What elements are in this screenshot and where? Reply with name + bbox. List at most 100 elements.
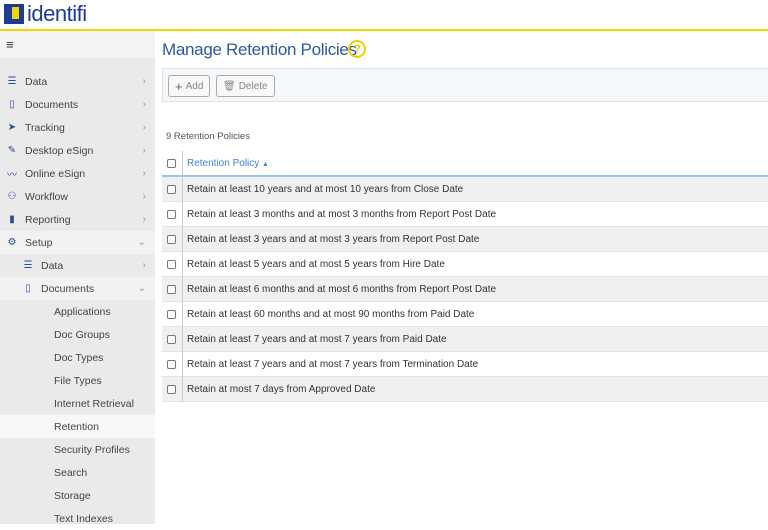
policy-name: Retain at least 7 years and at most 7 ye… xyxy=(187,333,447,345)
policy-name: Retain at least 10 years and at most 10 … xyxy=(187,183,464,195)
sidebar-item-internet-retrieval[interactable]: Internet Retrieval xyxy=(0,392,155,415)
table-row[interactable]: Retain at most 7 days from Approved Date xyxy=(162,376,768,402)
table-row[interactable]: Retain at least 6 months and at most 6 m… xyxy=(162,276,768,302)
database-icon: ☰ xyxy=(7,76,17,87)
gear-icon: ⚙ xyxy=(7,237,17,248)
sidebar: ≡ ☰ Data › ▯ Documents › ➤ Tracking › ✎ Desktop eS… xyxy=(0,31,155,525)
add-label: Add xyxy=(185,80,204,92)
logo-text: identifi xyxy=(27,1,87,26)
table-row[interactable]: Retain at least 5 years and at most 5 ye… xyxy=(162,251,768,277)
sidebar-item-applications[interactable]: Applications xyxy=(0,300,155,323)
policy-name: Retain at least 5 years and at most 5 ye… xyxy=(187,258,445,270)
nav-label: Online eSign xyxy=(25,167,86,180)
nav-label: Retention xyxy=(54,420,99,433)
sidebar-item-text-indexes[interactable]: Text Indexes xyxy=(0,507,155,530)
sidebar-item-reporting[interactable]: ▮ Reporting › xyxy=(0,208,155,231)
sidebar-item-storage[interactable]: Storage xyxy=(0,484,155,507)
divider xyxy=(182,376,183,402)
nav-label: Storage xyxy=(54,489,91,502)
row-checkbox[interactable] xyxy=(167,209,176,219)
policy-name: Retain at least 3 months and at most 3 m… xyxy=(187,208,497,220)
hamburger-menu-icon[interactable]: ≡ xyxy=(0,31,155,58)
sidebar-item-search[interactable]: Search xyxy=(0,461,155,484)
sidebar-item-online-esign[interactable]: 〰 Online eSign › xyxy=(0,162,155,185)
table-row[interactable]: Retain at least 60 months and at most 90… xyxy=(162,301,768,327)
nav-label: Internet Retrieval xyxy=(54,397,134,410)
chevron-right-icon: › xyxy=(142,122,146,133)
nav-label: File Types xyxy=(54,374,102,387)
plus-icon: + xyxy=(175,78,183,94)
logo-mark-icon xyxy=(4,4,24,24)
divider xyxy=(182,351,183,377)
row-checkbox[interactable] xyxy=(167,309,176,319)
divider xyxy=(182,226,183,252)
policies-table: Retention Policy ▲ Retain at least 10 ye… xyxy=(162,151,768,402)
sidebar-item-setup-documents[interactable]: ▯ Documents ⌄ xyxy=(0,277,155,300)
nav-label: Setup xyxy=(25,236,53,249)
chevron-down-icon: ⌄ xyxy=(137,237,146,248)
row-checkbox[interactable] xyxy=(167,284,176,294)
chevron-right-icon: › xyxy=(142,191,146,202)
main-content: Manage Retention Policies ? + Add 🗑 Delete… xyxy=(155,31,768,524)
divider xyxy=(182,176,183,202)
policy-name: Retain at most 7 days from Approved Date xyxy=(187,383,376,395)
paper-plane-icon: ➤ xyxy=(7,122,17,133)
signature-icon: 〰 xyxy=(7,170,17,181)
policy-name: Retain at least 6 months and at most 6 m… xyxy=(187,283,497,295)
clipboard-icon: ▯ xyxy=(9,99,15,110)
divider xyxy=(182,201,183,227)
sidebar-item-workflow[interactable]: ⚇ Workflow › xyxy=(0,185,155,208)
select-all-checkbox[interactable] xyxy=(167,159,176,168)
file-icon: ▮ xyxy=(9,214,15,225)
sitemap-icon: ⚇ xyxy=(7,191,17,202)
divider xyxy=(182,326,183,352)
policy-name: Retain at least 7 years and at most 7 ye… xyxy=(187,358,479,370)
row-checkbox[interactable] xyxy=(167,234,176,244)
chevron-right-icon: › xyxy=(142,76,146,87)
table-row[interactable]: Retain at least 7 years and at most 7 ye… xyxy=(162,351,768,377)
app-header: identifi xyxy=(0,0,768,31)
column-header-retention-policy[interactable]: Retention Policy ▲ xyxy=(187,158,269,169)
table-row[interactable]: Retain at least 10 years and at most 10 … xyxy=(162,176,768,202)
policy-name: Retain at least 3 years and at most 3 ye… xyxy=(187,233,480,245)
sidebar-item-file-types[interactable]: File Types xyxy=(0,369,155,392)
sidebar-item-setup-data[interactable]: ☰ Data › xyxy=(0,254,155,277)
chevron-right-icon: › xyxy=(142,99,146,110)
row-checkbox[interactable] xyxy=(167,334,176,344)
nav-label: Documents xyxy=(41,282,95,295)
help-icon[interactable]: ? xyxy=(348,40,366,58)
nav-label: Doc Groups xyxy=(54,328,111,341)
delete-button[interactable]: 🗑 Delete xyxy=(216,75,275,97)
row-checkbox[interactable] xyxy=(167,359,176,369)
sidebar-item-doc-types[interactable]: Doc Types xyxy=(0,346,155,369)
nav-label: Reporting xyxy=(25,213,71,226)
nav-label: Search xyxy=(54,466,88,479)
sort-asc-icon: ▲ xyxy=(262,161,269,168)
clipboard-icon: ▯ xyxy=(25,283,31,294)
divider xyxy=(182,276,183,302)
table-row[interactable]: Retain at least 3 months and at most 3 m… xyxy=(162,201,768,227)
table-row[interactable]: Retain at least 7 years and at most 7 ye… xyxy=(162,326,768,352)
sidebar-item-setup[interactable]: ⚙ Setup ⌄ xyxy=(0,231,155,254)
table-row[interactable]: Retain at least 3 years and at most 3 ye… xyxy=(162,226,768,252)
add-button[interactable]: + Add xyxy=(168,75,211,97)
sidebar-item-retention[interactable]: Retention xyxy=(0,415,155,438)
row-checkbox[interactable] xyxy=(167,184,176,194)
sidebar-item-documents[interactable]: ▯ Documents › xyxy=(0,93,155,116)
sidebar-item-desktop-esign[interactable]: ✎ Desktop eSign › xyxy=(0,139,155,162)
page-title: Manage Retention Policies xyxy=(162,40,357,59)
toolbar: + Add 🗑 Delete xyxy=(162,68,768,102)
sidebar-item-security-profiles[interactable]: Security Profiles xyxy=(0,438,155,461)
nav-label: Workflow xyxy=(25,190,68,203)
sidebar-item-doc-groups[interactable]: Doc Groups xyxy=(0,323,155,346)
chevron-right-icon: › xyxy=(142,214,146,225)
sidebar-item-data[interactable]: ☰ Data › xyxy=(0,70,155,93)
database-icon: ☰ xyxy=(23,260,33,271)
nav-label: Data xyxy=(25,75,48,88)
row-checkbox[interactable] xyxy=(167,384,176,394)
row-checkbox[interactable] xyxy=(167,259,176,269)
logo[interactable]: identifi xyxy=(4,1,87,26)
divider xyxy=(182,251,183,277)
sidebar-item-tracking[interactable]: ➤ Tracking › xyxy=(0,116,155,139)
nav-label: Documents xyxy=(25,98,79,111)
